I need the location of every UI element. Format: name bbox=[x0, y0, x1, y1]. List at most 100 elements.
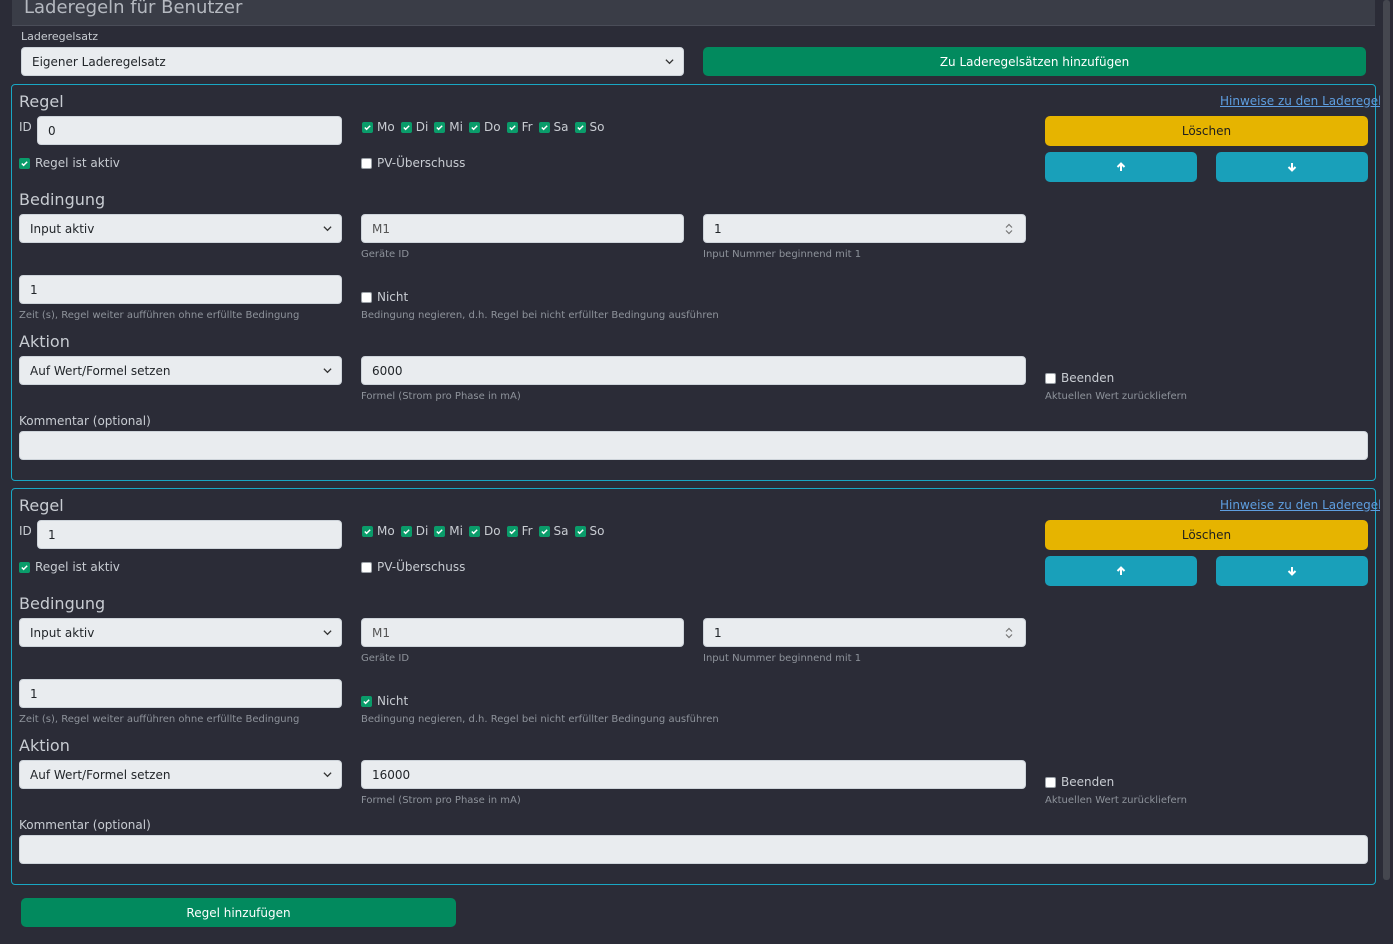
move-up-button[interactable] bbox=[1045, 152, 1197, 182]
rule-id-input[interactable]: 1 bbox=[37, 520, 342, 549]
day-mi[interactable]: Mi bbox=[434, 120, 463, 134]
page-scrollbar[interactable] bbox=[1380, 0, 1393, 944]
time-help: Zeit (s), Regel weiter aufführen ohne er… bbox=[19, 714, 300, 725]
time-input[interactable]: 1 bbox=[19, 275, 342, 304]
rule-id-input[interactable]: 0 bbox=[37, 116, 342, 145]
delete-button[interactable]: Löschen bbox=[1045, 116, 1368, 146]
checkbox-unchecked-icon[interactable] bbox=[1045, 372, 1056, 384]
checkbox-checked-icon[interactable] bbox=[361, 695, 372, 707]
checkbox-unchecked-icon[interactable] bbox=[361, 157, 372, 169]
comment-input[interactable] bbox=[19, 431, 1368, 460]
input-number-help: Input Nummer beginnend mit 1 bbox=[703, 653, 862, 664]
add-to-rulesets-button[interactable]: Zu Laderegelsätzen hinzufügen bbox=[703, 47, 1366, 76]
day-mo[interactable]: Mo bbox=[362, 120, 395, 134]
checkbox-checked-icon[interactable] bbox=[400, 121, 412, 133]
checkbox-checked-icon[interactable] bbox=[434, 525, 446, 537]
delete-button[interactable]: Löschen bbox=[1045, 520, 1368, 550]
condition-title: Bedingung bbox=[19, 190, 106, 209]
device-id-input[interactable]: M1 bbox=[361, 618, 684, 647]
comment-label: Kommentar (optional) bbox=[19, 818, 151, 832]
device-id-help: Geräte ID bbox=[361, 249, 410, 260]
negate-checkbox[interactable]: Nicht bbox=[361, 290, 408, 304]
hint-link[interactable]: Hinweise zu den Laderegeln bbox=[1220, 94, 1389, 108]
spinner-icon[interactable] bbox=[1005, 223, 1013, 235]
day-mi[interactable]: Mi bbox=[434, 524, 463, 538]
day-sa[interactable]: Sa bbox=[538, 524, 569, 538]
chevron-down-icon bbox=[323, 226, 332, 232]
action-title: Aktion bbox=[19, 332, 70, 351]
end-help: Aktuellen Wert zurückliefern bbox=[1045, 391, 1187, 402]
checkbox-checked-icon[interactable] bbox=[574, 525, 586, 537]
time-input[interactable]: 1 bbox=[19, 679, 342, 708]
checkbox-checked-icon[interactable] bbox=[434, 121, 446, 133]
spinner-icon[interactable] bbox=[1005, 627, 1013, 639]
day-sa[interactable]: Sa bbox=[538, 120, 569, 134]
negate-help: Bedingung negieren, d.h. Regel bei nicht… bbox=[361, 714, 719, 725]
chevron-down-icon bbox=[665, 59, 674, 65]
chevron-down-icon bbox=[323, 772, 332, 778]
day-di[interactable]: Di bbox=[400, 524, 428, 538]
checkbox-unchecked-icon[interactable] bbox=[361, 291, 372, 303]
day-do[interactable]: Do bbox=[468, 120, 501, 134]
move-down-button[interactable] bbox=[1216, 556, 1368, 586]
input-number-help: Input Nummer beginnend mit 1 bbox=[703, 249, 862, 260]
checkbox-checked-icon[interactable] bbox=[506, 525, 518, 537]
id-label: ID bbox=[19, 524, 32, 538]
rule-active-checkbox[interactable]: Regel ist aktiv bbox=[19, 560, 120, 574]
action-type-select[interactable]: Auf Wert/Formel setzen bbox=[19, 760, 342, 789]
time-help: Zeit (s), Regel weiter aufführen ohne er… bbox=[19, 310, 300, 321]
rule-id-value: 0 bbox=[48, 123, 56, 138]
page-header: Laderegeln für Benutzer bbox=[12, 0, 1375, 26]
ruleset-select-value: Eigener Laderegelsatz bbox=[32, 54, 166, 69]
rule-active-checkbox[interactable]: Regel ist aktiv bbox=[19, 156, 120, 170]
add-rule-button[interactable]: Regel hinzufügen bbox=[21, 898, 456, 927]
checkbox-checked-icon[interactable] bbox=[468, 121, 480, 133]
formula-input[interactable]: 6000 bbox=[361, 356, 1026, 385]
end-checkbox[interactable]: Beenden bbox=[1045, 371, 1114, 385]
checkbox-checked-icon[interactable] bbox=[362, 525, 373, 537]
device-id-input[interactable]: M1 bbox=[361, 214, 684, 243]
pv-surplus-checkbox[interactable]: PV-Überschuss bbox=[361, 156, 465, 170]
day-so[interactable]: So bbox=[574, 120, 604, 134]
comment-input[interactable] bbox=[19, 835, 1368, 864]
checkbox-checked-icon[interactable] bbox=[538, 525, 550, 537]
checkbox-checked-icon[interactable] bbox=[400, 525, 412, 537]
arrow-up-icon bbox=[1116, 566, 1126, 575]
input-number-input[interactable]: 1 bbox=[703, 618, 1026, 647]
checkbox-checked-icon[interactable] bbox=[574, 121, 586, 133]
checkbox-checked-icon[interactable] bbox=[19, 561, 30, 573]
pv-surplus-checkbox[interactable]: PV-Überschuss bbox=[361, 560, 465, 574]
action-type-select[interactable]: Auf Wert/Formel setzen bbox=[19, 356, 342, 385]
end-checkbox[interactable]: Beenden bbox=[1045, 775, 1114, 789]
formula-help: Formel (Strom pro Phase in mA) bbox=[361, 391, 521, 402]
arrow-up-icon bbox=[1116, 162, 1126, 171]
checkbox-checked-icon[interactable] bbox=[19, 157, 30, 169]
end-help: Aktuellen Wert zurückliefern bbox=[1045, 795, 1187, 806]
day-mo[interactable]: Mo bbox=[362, 524, 395, 538]
input-number-input[interactable]: 1 bbox=[703, 214, 1026, 243]
ruleset-select[interactable]: Eigener Laderegelsatz bbox=[21, 47, 684, 76]
comment-label: Kommentar (optional) bbox=[19, 414, 151, 428]
day-fr[interactable]: Fr bbox=[506, 524, 533, 538]
day-so[interactable]: So bbox=[574, 524, 604, 538]
day-do[interactable]: Do bbox=[468, 524, 501, 538]
move-up-button[interactable] bbox=[1045, 556, 1197, 586]
action-title: Aktion bbox=[19, 736, 70, 755]
scrollbar-thumb[interactable] bbox=[1383, 0, 1390, 880]
weekday-checkboxes: Mo Di Mi Do Fr Sa So bbox=[362, 120, 610, 134]
move-down-button[interactable] bbox=[1216, 152, 1368, 182]
checkbox-unchecked-icon[interactable] bbox=[361, 561, 372, 573]
day-fr[interactable]: Fr bbox=[506, 120, 533, 134]
hint-link[interactable]: Hinweise zu den Laderegeln bbox=[1220, 498, 1389, 512]
checkbox-checked-icon[interactable] bbox=[468, 525, 480, 537]
checkbox-unchecked-icon[interactable] bbox=[1045, 776, 1056, 788]
checkbox-checked-icon[interactable] bbox=[362, 121, 373, 133]
negate-checkbox[interactable]: Nicht bbox=[361, 694, 408, 708]
formula-input[interactable]: 16000 bbox=[361, 760, 1026, 789]
arrow-down-icon bbox=[1287, 163, 1297, 172]
condition-type-select[interactable]: Input aktiv bbox=[19, 214, 342, 243]
checkbox-checked-icon[interactable] bbox=[506, 121, 518, 133]
day-di[interactable]: Di bbox=[400, 120, 428, 134]
condition-type-select[interactable]: Input aktiv bbox=[19, 618, 342, 647]
checkbox-checked-icon[interactable] bbox=[538, 121, 550, 133]
